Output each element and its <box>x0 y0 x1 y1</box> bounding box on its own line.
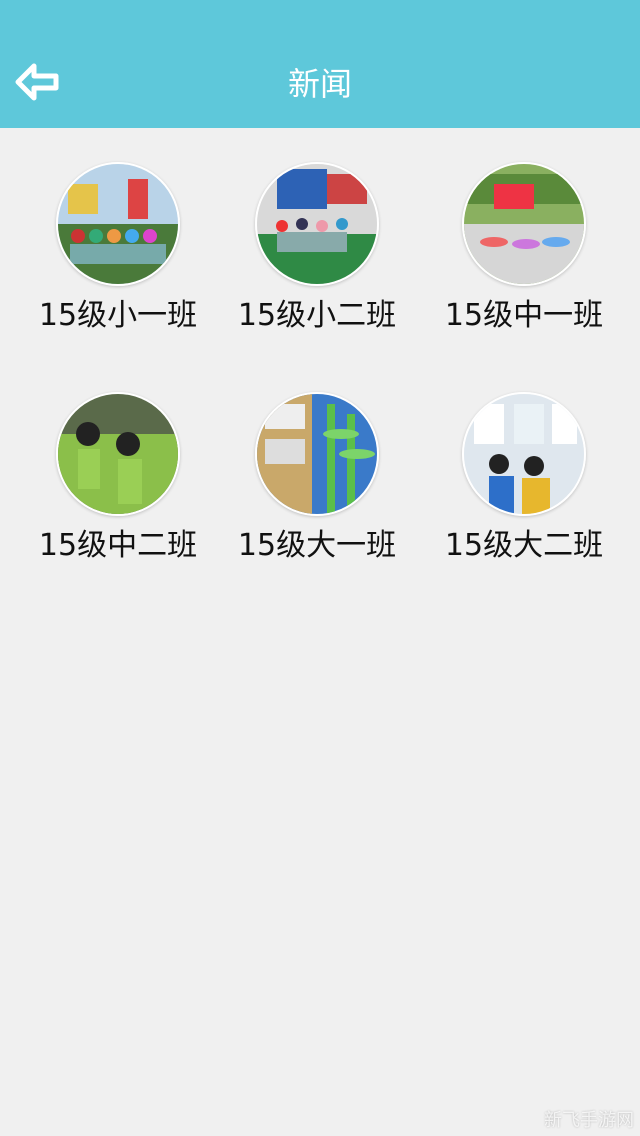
class-item[interactable]: 15级中二班 <box>18 392 218 564</box>
class-item[interactable]: 15级小一班 <box>18 162 218 334</box>
class-item[interactable]: 15级中一班 <box>424 162 624 334</box>
class-label: 15级中一班 <box>444 298 604 333</box>
class-item[interactable]: 15级大二班 <box>424 392 624 564</box>
class-photo[interactable] <box>255 162 379 286</box>
page-title: 新闻 <box>287 65 352 103</box>
class-label: 15级小二班 <box>237 298 397 333</box>
class-label: 15级中二班 <box>38 528 198 563</box>
class-item[interactable]: 15级小二班 <box>217 162 417 334</box>
class-photo[interactable] <box>56 392 180 516</box>
class-photo[interactable] <box>462 162 586 286</box>
class-photo[interactable] <box>56 162 180 286</box>
watermark: 新飞手游网 <box>544 1110 634 1131</box>
class-label: 15级大二班 <box>444 528 604 563</box>
class-item[interactable]: 15级大一班 <box>217 392 417 564</box>
class-photo[interactable] <box>255 392 379 516</box>
app-header: 新闻 <box>0 0 640 128</box>
class-label: 15级大一班 <box>237 528 397 563</box>
class-photo[interactable] <box>462 392 586 516</box>
class-label: 15级小一班 <box>38 298 198 333</box>
